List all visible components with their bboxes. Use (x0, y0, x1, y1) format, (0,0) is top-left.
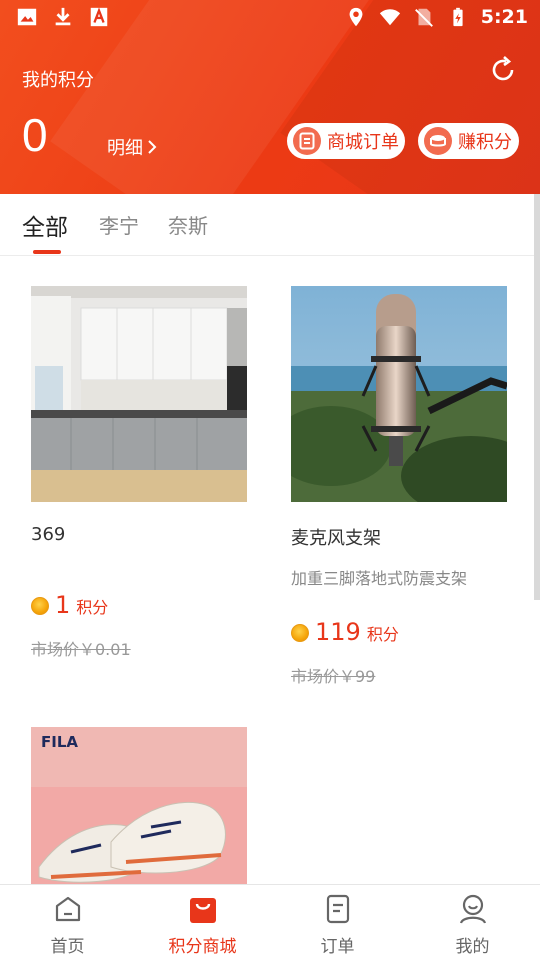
page-title: 我的积分 (22, 70, 94, 91)
fila-logo: FILA (41, 733, 78, 751)
nav-mine[interactable]: 我的 (405, 885, 540, 960)
order-icon (326, 894, 349, 924)
points-unit: 积分 (76, 598, 109, 617)
shopping-bag-icon (189, 898, 216, 923)
market-price: 市场价￥0.01 (31, 640, 131, 659)
no-sim-icon (414, 8, 433, 27)
nav-points-mall[interactable]: 积分商城 (135, 885, 270, 960)
tab-naisi[interactable]: 奈斯 (168, 210, 208, 239)
status-time: 5:21 (480, 6, 528, 28)
product-card[interactable]: 麦克风支架 加重三脚落地式防震支架 119 积分 市场价￥99 (291, 286, 507, 686)
nav-orders[interactable]: 订单 (270, 885, 405, 960)
product-name: 369 (31, 524, 66, 545)
product-points: 119 (315, 618, 361, 646)
scrollbar[interactable] (534, 194, 540, 600)
bottom-nav: 首页 积分商城 订单 我的 (0, 884, 540, 960)
image-notification-icon (17, 8, 37, 26)
nav-home-label: 首页 (50, 937, 85, 957)
product-image: FILA (31, 727, 247, 884)
chevron-right-icon (148, 140, 157, 154)
product-price: 119 积分 (291, 618, 399, 646)
product-card[interactable]: FILA (31, 727, 247, 884)
mall-orders-button[interactable]: 商城订单 (287, 123, 405, 159)
active-tab-indicator (33, 250, 61, 254)
points-detail-link[interactable]: 明细 (107, 134, 157, 160)
home-icon (55, 896, 80, 922)
product-points: 1 (55, 591, 71, 619)
product-price: 1 积分 (31, 591, 108, 619)
refresh-icon[interactable] (487, 54, 519, 86)
product-card[interactable]: 369 1 积分 市场价￥0.01 (31, 286, 247, 676)
coin-icon (31, 597, 49, 615)
product-image (31, 286, 247, 502)
earn-points-button[interactable]: 赚积分 (418, 123, 519, 159)
points-header: 5:21 我的积分 0 明细 商城订单 赚积分 (0, 0, 540, 194)
order-list-icon (293, 127, 321, 155)
points-detail-label: 明细 (107, 138, 143, 159)
location-icon (349, 7, 363, 27)
market-price: 市场价￥99 (291, 667, 376, 686)
earn-points-label: 赚积分 (458, 132, 512, 153)
battery-icon (453, 7, 463, 27)
points-balance: 0 (22, 109, 48, 161)
wifi-icon (379, 9, 400, 26)
user-icon (459, 894, 486, 924)
tab-all[interactable]: 全部 (22, 208, 68, 242)
product-description: 加重三脚落地式防震支架 (291, 569, 468, 588)
app-notification-icon (90, 7, 108, 27)
status-bar: 5:21 (0, 0, 540, 36)
mall-orders-label: 商城订单 (327, 132, 399, 153)
download-icon (55, 7, 71, 26)
product-name: 麦克风支架 (291, 528, 381, 549)
brand-tabs: 全部 李宁 奈斯 (0, 194, 540, 256)
product-image (291, 286, 507, 502)
nav-home[interactable]: 首页 (0, 885, 135, 960)
coin-icon (291, 624, 309, 642)
nav-mine-label: 我的 (455, 937, 490, 957)
points-unit: 积分 (366, 625, 399, 644)
nav-points-mall-label: 积分商城 (168, 937, 237, 957)
nav-orders-label: 订单 (320, 937, 355, 957)
coins-icon (424, 127, 452, 155)
tab-lining[interactable]: 李宁 (99, 210, 139, 239)
